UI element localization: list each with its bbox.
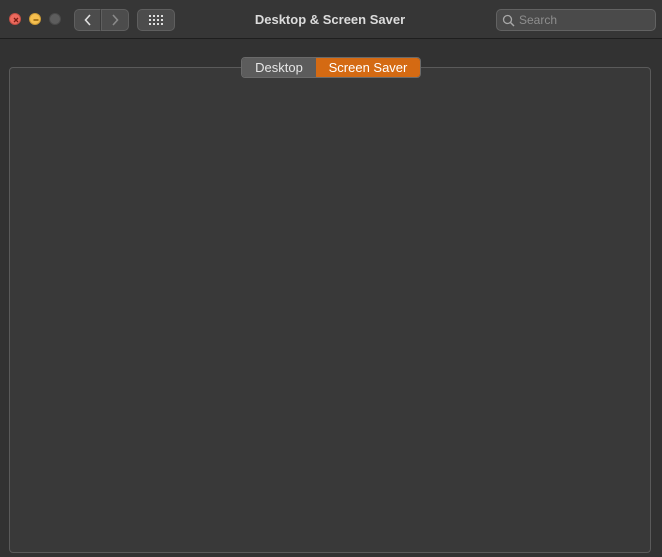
title-bar: Desktop & Screen Saver bbox=[0, 0, 662, 39]
show-all-button[interactable] bbox=[137, 9, 175, 31]
zoom-button[interactable] bbox=[49, 13, 61, 25]
preferences-window: Desktop & Screen Saver Desktop Screen Sa… bbox=[0, 0, 662, 557]
tab-screen-saver[interactable]: Screen Saver bbox=[316, 58, 420, 77]
forward-button[interactable] bbox=[101, 9, 129, 31]
navigation-buttons bbox=[74, 9, 129, 31]
grid-icon bbox=[149, 15, 163, 25]
back-button[interactable] bbox=[74, 9, 101, 31]
minimize-button[interactable] bbox=[29, 13, 41, 25]
search-field[interactable] bbox=[496, 9, 656, 31]
window-title: Desktop & Screen Saver bbox=[254, 12, 406, 27]
close-button[interactable] bbox=[9, 13, 21, 25]
content-panel bbox=[9, 67, 651, 553]
minimize-icon bbox=[33, 19, 39, 21]
search-icon bbox=[502, 14, 515, 27]
tab-control: Desktop Screen Saver bbox=[241, 57, 421, 78]
search-input[interactable] bbox=[519, 13, 649, 27]
chevron-left-icon bbox=[83, 14, 91, 26]
chevron-right-icon bbox=[112, 14, 119, 26]
close-icon bbox=[13, 17, 19, 23]
tab-desktop[interactable]: Desktop bbox=[242, 58, 316, 77]
